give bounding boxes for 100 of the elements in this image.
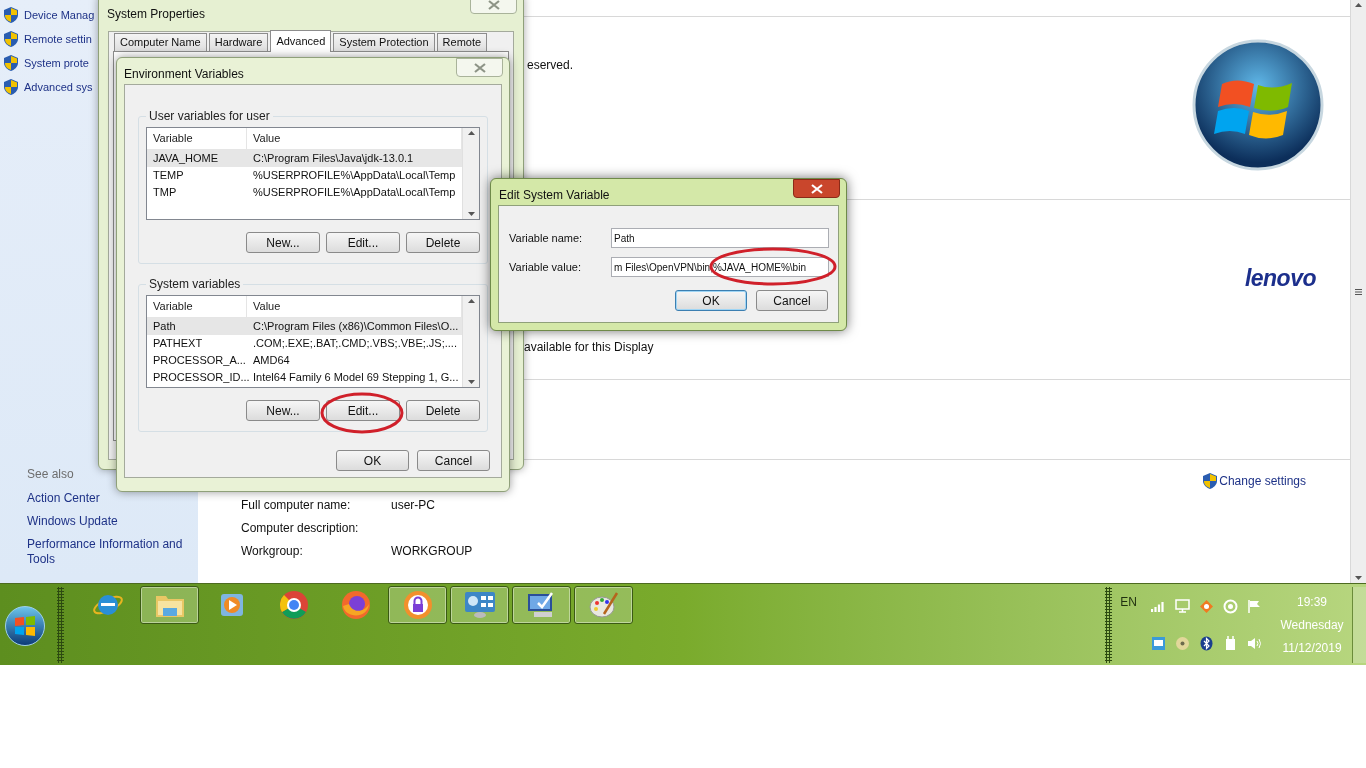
sidebar-link[interactable]: Remote settin [24,30,92,48]
scrollbar[interactable] [1350,0,1366,583]
variable-value: %USERPROFILE%\AppData\Local\Temp [252,185,457,201]
down-arrow-icon [467,212,475,216]
variable-name: TEMP [152,168,185,184]
dialog-button[interactable]: OK [675,290,747,311]
network-icon[interactable] [1175,599,1190,613]
flag-icon[interactable] [1247,598,1262,614]
variable-value: Intel64 Family 6 Model 69 Stepping 1, G... [252,370,460,386]
down-arrow-icon [1355,576,1362,580]
scrollbar[interactable] [462,296,479,387]
display-note: available for this Display [524,339,654,356]
group-title: User variables for user [148,108,271,125]
window-title: System Properties [107,6,206,23]
tab[interactable]: System Protection [333,33,435,51]
sidebar-link[interactable]: System prote [24,54,89,72]
scrollbar[interactable] [462,128,479,219]
start-button[interactable] [5,606,45,646]
window-title: Edit System Variable [499,187,610,204]
play-icon [218,592,245,618]
grip-icon [1355,288,1362,295]
flag-orb-icon [14,616,36,636]
clock-day: Wednesday [1280,615,1344,634]
field-label: Variable value: [509,259,582,275]
close-icon [473,62,486,73]
dialog-button[interactable]: Edit... [326,232,400,253]
tab[interactable]: Remote [436,33,488,51]
info-label: Computer description: [241,520,360,534]
dashboard-icon [463,591,496,619]
up-arrow-icon [1355,3,1362,7]
field-label: Variable name: [509,230,584,246]
table-row[interactable]: JAVA_HOME C:\Program Files\Java\jdk-13.0.1 [147,150,462,167]
variable-value: C:\Program Files (x86)\Common Files\O... [252,319,460,335]
dialog-button[interactable]: New... [246,400,320,421]
shield-icon [1203,473,1218,489]
show-desktop-button[interactable] [1352,586,1366,663]
variable-name: PROCESSOR_ID... [152,370,247,386]
lock-icon [402,590,433,620]
taskbar-button[interactable] [140,586,199,624]
tab[interactable]: Computer Name [114,33,207,51]
browser-circle-icon [278,590,309,620]
section-heading: See also [26,466,75,483]
tab[interactable]: Advanced [270,30,332,52]
fox-globe-icon [340,590,371,620]
info-label: Full computer name: [241,497,352,511]
clock-date: 11/12/2019 [1282,639,1342,657]
dialog-button[interactable]: Delete [406,232,480,253]
variable-name: JAVA_HOME [152,151,219,167]
sidebar-link[interactable]: Windows Update [0,514,198,529]
sidebar-link[interactable]: Action Center [0,491,198,506]
variable-name: PROCESSOR_A... [152,353,247,369]
speaker-icon[interactable] [1247,635,1262,651]
keyboard-icon[interactable] [1151,635,1166,651]
taskbar-button[interactable] [512,586,571,624]
sidebar-link[interactable]: Performance Information and Tools [0,537,198,567]
group-title: System variables [148,276,242,293]
dialog-button[interactable]: Delete [406,400,480,421]
variable-name: Path [152,319,177,335]
close-button[interactable] [793,179,840,198]
close-icon [487,0,500,10]
text-field[interactable]: Path [611,228,829,248]
tab[interactable]: Hardware [208,33,269,51]
table-row[interactable]: Path C:\Program Files (x86)\Common Files\O... [147,318,462,335]
disc-icon[interactable] [1175,635,1190,651]
variable-value: .COM;.EXE;.BAT;.CMD;.VBS;.VBE;.JS;.... [252,336,458,352]
variable-value: AMD64 [252,353,291,369]
taskbar-button[interactable] [388,586,447,624]
info-value: WORKGROUP [391,543,473,557]
variable-value: %USERPROFILE%\AppData\Local\Temp [252,168,457,184]
taskbar-button[interactable] [450,586,509,624]
copyright-text: eserved. [527,57,574,74]
window-title: Environment Variables [124,66,244,83]
variable-value: C:\Program Files\Java\jdk-13.0.1 [252,151,415,167]
dialog-button[interactable]: Cancel [756,290,828,311]
dialog-button[interactable]: Edit... [326,400,400,421]
dialog-button[interactable]: New... [246,232,320,253]
shield-icon [4,7,18,23]
taskbar-grip[interactable] [57,586,64,663]
up-arrow-icon [467,131,475,135]
taskbar-button[interactable] [574,586,633,624]
dialog-button[interactable]: Cancel [417,450,490,471]
taskbar-grip[interactable] [1105,586,1113,663]
sidebar-link[interactable]: Device Manag [24,6,95,24]
language-indicator[interactable]: EN [1120,592,1137,663]
variable-name: PATHEXT [152,336,204,352]
info-label: Workgroup: [241,543,304,557]
signal-icon[interactable] [1151,600,1166,612]
down-arrow-icon [467,380,475,384]
column-header[interactable]: Variable [147,296,247,317]
change-settings-link[interactable]: Change settings [1219,472,1306,490]
power-plug-icon[interactable] [1223,635,1238,651]
palette-icon [587,590,620,620]
shield-icon [4,31,18,47]
shield-icon [4,55,18,71]
sidebar-link[interactable]: Advanced sys [24,78,93,96]
info-value: user-PC [391,497,435,511]
column-header[interactable]: Variable [147,128,247,149]
shield-icon [4,79,18,95]
dialog-button[interactable]: OK [336,450,409,471]
bluetooth-icon[interactable] [1199,635,1214,651]
